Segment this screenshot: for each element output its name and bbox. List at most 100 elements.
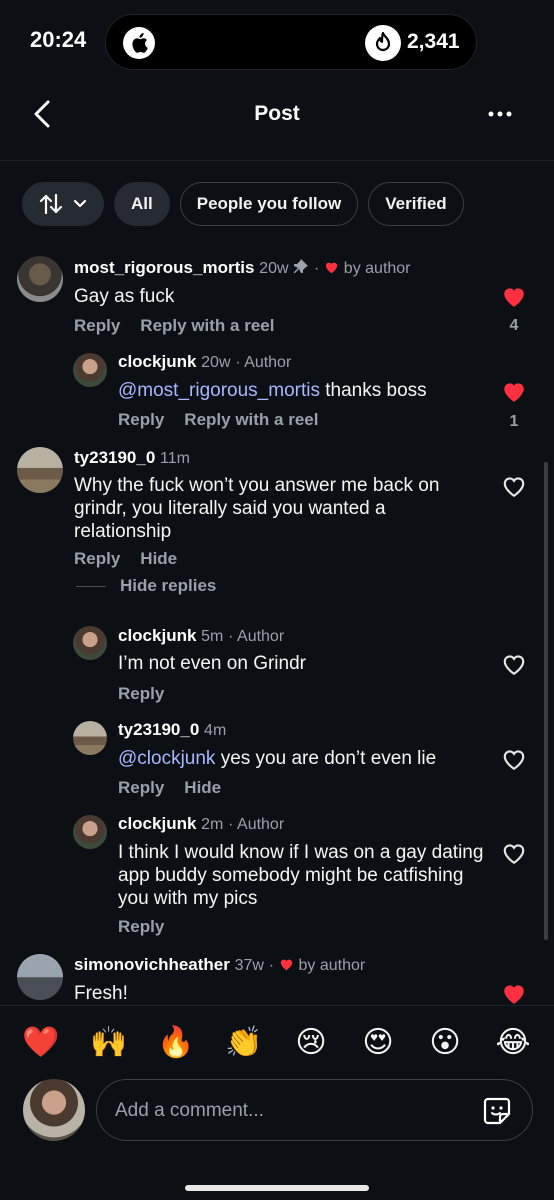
hide-replies-toggle[interactable]: Hide replies	[76, 576, 216, 596]
emoji-surprised[interactable]: 😮	[425, 1026, 465, 1060]
comment-meta-suffix: · Author	[228, 816, 285, 833]
mention-link[interactable]: @clockjunk	[118, 748, 215, 769]
reply-button[interactable]: Reply	[118, 410, 164, 429]
comment-username[interactable]: ty23190_0	[118, 720, 199, 739]
like-button[interactable]	[500, 745, 528, 773]
comment-time: 2m	[201, 816, 224, 833]
avatar[interactable]	[17, 447, 63, 493]
like-count: 4	[509, 317, 519, 334]
comment-text: I’m not even on Grindr	[118, 653, 306, 674]
dynamic-island[interactable]: 2,341	[105, 14, 477, 70]
home-indicator[interactable]	[185, 1185, 369, 1191]
filter-people-you-follow[interactable]: People you follow	[179, 182, 359, 226]
filter-verified[interactable]: Verified	[368, 182, 464, 226]
composer-avatar	[23, 1079, 85, 1141]
apple-icon	[123, 27, 155, 59]
comment-header: clockjunk 2m · Author	[118, 814, 284, 834]
scrollbar[interactable]	[544, 462, 548, 940]
more-options-button[interactable]	[482, 100, 518, 128]
comment-text: Gay as fuck	[74, 286, 175, 307]
comment-header: ty23190_0 11m	[74, 448, 190, 468]
pin-icon	[294, 259, 309, 273]
comment-username[interactable]: most_rigorous_mortis	[74, 258, 254, 277]
sticker-button[interactable]	[480, 1094, 514, 1128]
like-button[interactable]	[500, 377, 528, 405]
emoji-crying[interactable]: 😢	[291, 1026, 331, 1060]
like-button[interactable]	[500, 979, 528, 1007]
status-time: 20:24	[30, 27, 87, 52]
comment-username[interactable]: clockjunk	[118, 626, 196, 645]
chevron-down-icon	[73, 199, 87, 208]
comment-time: 4m	[204, 722, 227, 739]
hide-button[interactable]: Hide	[184, 778, 221, 797]
avatar[interactable]	[17, 954, 63, 1000]
comment-body: yes you are don’t even lie	[215, 748, 437, 769]
avatar[interactable]	[73, 353, 107, 387]
emoji-clap[interactable]: 👏	[224, 1026, 264, 1060]
reply-button[interactable]: Reply	[118, 778, 164, 797]
like-count: 1	[509, 413, 519, 430]
avatar[interactable]	[73, 721, 107, 755]
hide-replies-label: Hide replies	[120, 576, 217, 595]
heart-filled-icon	[504, 288, 524, 307]
emoji-bar: ❤️ 🙌 🔥 👏 😢 😍 😮 😂	[0, 1005, 554, 1075]
comment-time: 20w	[259, 260, 289, 277]
sort-arrows-icon	[39, 193, 63, 215]
emoji-heart-eyes[interactable]: 😍	[358, 1026, 398, 1060]
live-count: 2,341	[407, 30, 460, 53]
emoji-raised-hands[interactable]: 🙌	[89, 1026, 129, 1060]
heart-icon	[325, 262, 338, 274]
comment-username[interactable]: clockjunk	[118, 814, 196, 833]
ellipsis-icon	[488, 111, 512, 117]
page-title: Post	[254, 102, 300, 125]
comment-meta-suffix: by author	[298, 957, 366, 974]
header-divider	[0, 160, 554, 161]
avatar[interactable]	[73, 626, 107, 660]
reply-button[interactable]: Reply	[118, 917, 164, 936]
sort-button[interactable]	[22, 182, 104, 226]
comment-actions: Reply Hide	[118, 778, 241, 798]
filter-all[interactable]: All	[114, 182, 170, 226]
comment-time: 11m	[160, 450, 190, 467]
comment-input-placeholder: Add a comment...	[115, 1100, 264, 1121]
thread-line	[76, 585, 106, 587]
heart-icon	[280, 959, 292, 971]
comment-actions: Reply	[118, 684, 184, 704]
sticker-icon	[483, 1097, 511, 1125]
like-button[interactable]	[500, 282, 528, 310]
reply-button[interactable]: Reply	[74, 316, 120, 335]
comment-username[interactable]: clockjunk	[118, 352, 196, 371]
reply-button[interactable]: Reply	[118, 684, 164, 703]
emoji-heart[interactable]: ❤️	[21, 1026, 61, 1060]
comment-header: clockjunk 5m · Author	[118, 626, 284, 646]
comment-text: I think I would know if I was on a gay d…	[118, 842, 484, 909]
comment-username[interactable]: simonovichheather	[74, 955, 230, 974]
comment-actions: Reply Reply with a reel	[118, 410, 338, 430]
comment-meta-suffix: · Author	[228, 628, 285, 645]
comment-filters: All People you follow Verified	[22, 182, 464, 226]
avatar[interactable]	[73, 815, 107, 849]
mention-link[interactable]: @most_rigorous_mortis	[118, 380, 320, 401]
emoji-fire[interactable]: 🔥	[156, 1026, 196, 1060]
comment-header: most_rigorous_mortis 20w · by author	[74, 258, 411, 277]
comment-text: Fresh!	[74, 983, 128, 1004]
like-button[interactable]	[500, 839, 528, 867]
reply-with-reel-button[interactable]: Reply with a reel	[184, 410, 318, 429]
emoji-laughing[interactable]: 😂	[493, 1026, 533, 1060]
comment-time: 20w	[201, 354, 231, 371]
comment-meta-suffix: · Author	[235, 354, 292, 371]
like-button[interactable]	[500, 472, 528, 500]
comment-username[interactable]: ty23190_0	[74, 448, 155, 467]
heart-outline-icon	[503, 655, 525, 676]
comment-header: simonovichheather 37w · by author	[74, 955, 366, 974]
heart-filled-icon	[504, 383, 524, 402]
comment-actions: Reply Reply with a reel	[74, 316, 294, 336]
like-button[interactable]	[500, 650, 528, 678]
comment-body: thanks boss	[319, 380, 427, 401]
reply-with-reel-button[interactable]: Reply with a reel	[140, 316, 274, 335]
reply-button[interactable]: Reply	[74, 549, 120, 568]
avatar[interactable]	[17, 256, 63, 302]
hide-button[interactable]: Hide	[140, 549, 177, 568]
comment-input[interactable]: Add a comment...	[96, 1079, 533, 1141]
flame-app-icon	[365, 25, 401, 61]
